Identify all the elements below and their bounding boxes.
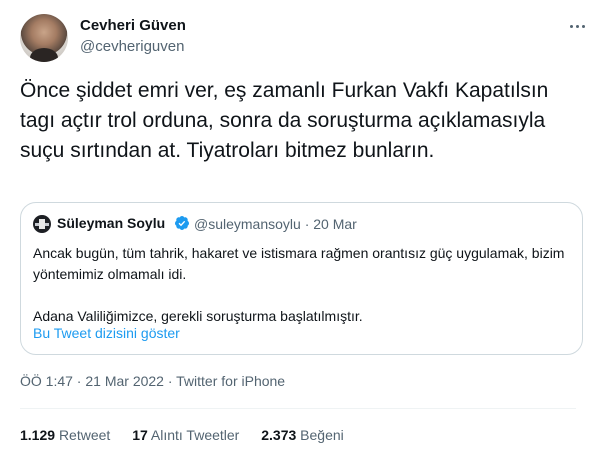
author-name[interactable]: Cevheri Güven bbox=[80, 17, 186, 34]
quotes-stat[interactable]: 17 Alıntı Tweetler bbox=[132, 427, 243, 443]
verified-badge-icon bbox=[175, 216, 189, 230]
more-dot bbox=[581, 24, 585, 28]
quoted-meta: @suleymansoylu · 20 Mar bbox=[194, 216, 357, 232]
likes-label: Beğeni bbox=[300, 427, 344, 443]
quoted-author-avatar[interactable] bbox=[33, 215, 51, 233]
quotes-count: 17 bbox=[132, 427, 148, 443]
show-thread-link[interactable]: Bu Tweet dizisini göster bbox=[33, 325, 180, 341]
author-handle[interactable]: @cevheriguven bbox=[80, 38, 184, 55]
quotes-label: Alıntı Tweetler bbox=[150, 427, 240, 443]
retweets-stat[interactable]: 1.129 Retweet bbox=[20, 427, 114, 443]
likes-stat[interactable]: 2.373 Beğeni bbox=[261, 427, 344, 443]
tweet-stats: 1.129 Retweet 17 Alıntı Tweetler 2.373 B… bbox=[20, 427, 362, 443]
more-horizontal-icon bbox=[569, 24, 573, 28]
quoted-author-handle[interactable]: @suleymansoylu bbox=[194, 216, 301, 232]
tweet-text: Önce şiddet emri ver, eş zamanlı Furkan … bbox=[20, 79, 549, 162]
quoted-paragraph: Adana Valiliğimizce, gerekli soruşturma … bbox=[33, 308, 363, 324]
retweets-label: Retweet bbox=[58, 427, 111, 443]
quoted-paragraph: Ancak bugün, tüm tahrik, hakaret ve isti… bbox=[33, 245, 565, 282]
likes-count: 2.373 bbox=[261, 427, 297, 443]
quoted-date[interactable]: 20 Mar bbox=[313, 216, 357, 232]
more-dot bbox=[575, 24, 579, 28]
quoted-body: Ancak bugün, tüm tahrik, hakaret ve isti… bbox=[33, 243, 573, 327]
quoted-meta-separator: · bbox=[304, 216, 310, 232]
quoted-author-name[interactable]: Süleyman Soylu bbox=[57, 215, 165, 231]
more-options-button[interactable] bbox=[566, 18, 588, 34]
quoted-tweet-card[interactable]: Süleyman Soylu @suleymansoylu · 20 Mar A… bbox=[20, 202, 583, 355]
tweet-timestamp[interactable]: ÖÖ 1:47 · 21 Mar 2022 · Twitter for iPho… bbox=[20, 373, 285, 389]
divider bbox=[20, 408, 576, 409]
retweets-count: 1.129 bbox=[20, 427, 56, 443]
author-avatar[interactable] bbox=[20, 14, 68, 62]
